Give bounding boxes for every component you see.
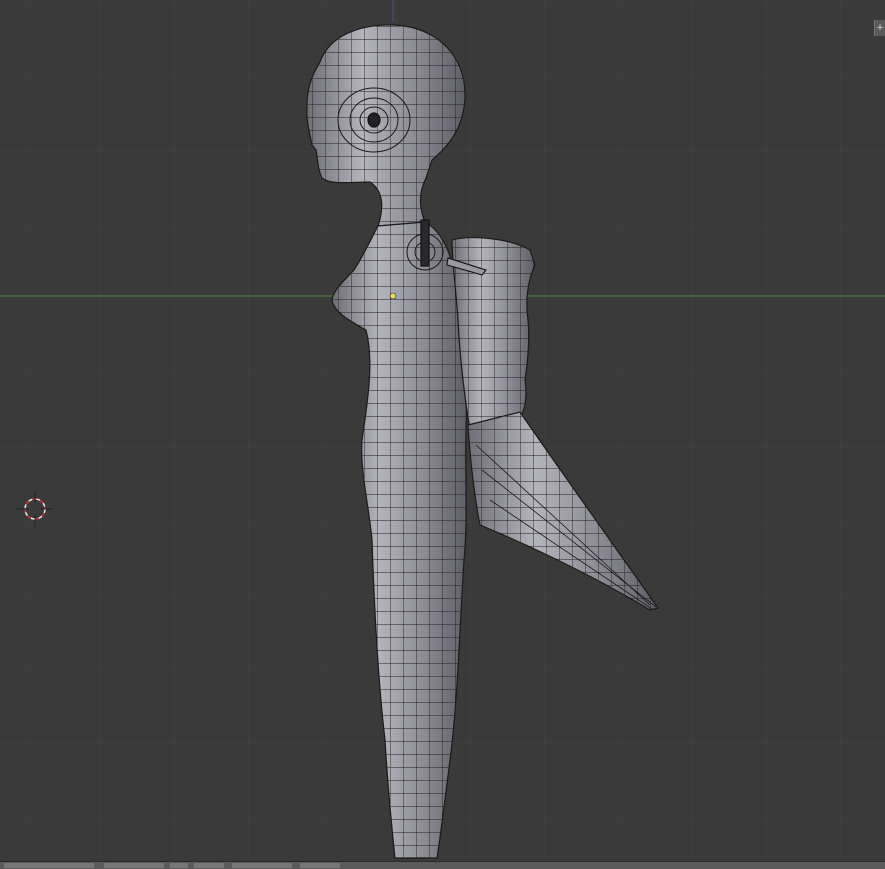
3d-viewport[interactable]: + bbox=[0, 0, 885, 869]
region-toggle-icon[interactable]: + bbox=[874, 20, 885, 36]
header-button[interactable] bbox=[170, 863, 188, 868]
3d-cursor-icon[interactable] bbox=[0, 0, 885, 869]
header-button[interactable] bbox=[194, 863, 224, 868]
corner-glyph: + bbox=[876, 23, 884, 33]
header-button[interactable] bbox=[232, 863, 292, 868]
viewport-header[interactable] bbox=[0, 861, 885, 869]
header-button[interactable] bbox=[104, 863, 164, 868]
header-button[interactable] bbox=[4, 863, 94, 868]
header-button[interactable] bbox=[300, 863, 340, 868]
